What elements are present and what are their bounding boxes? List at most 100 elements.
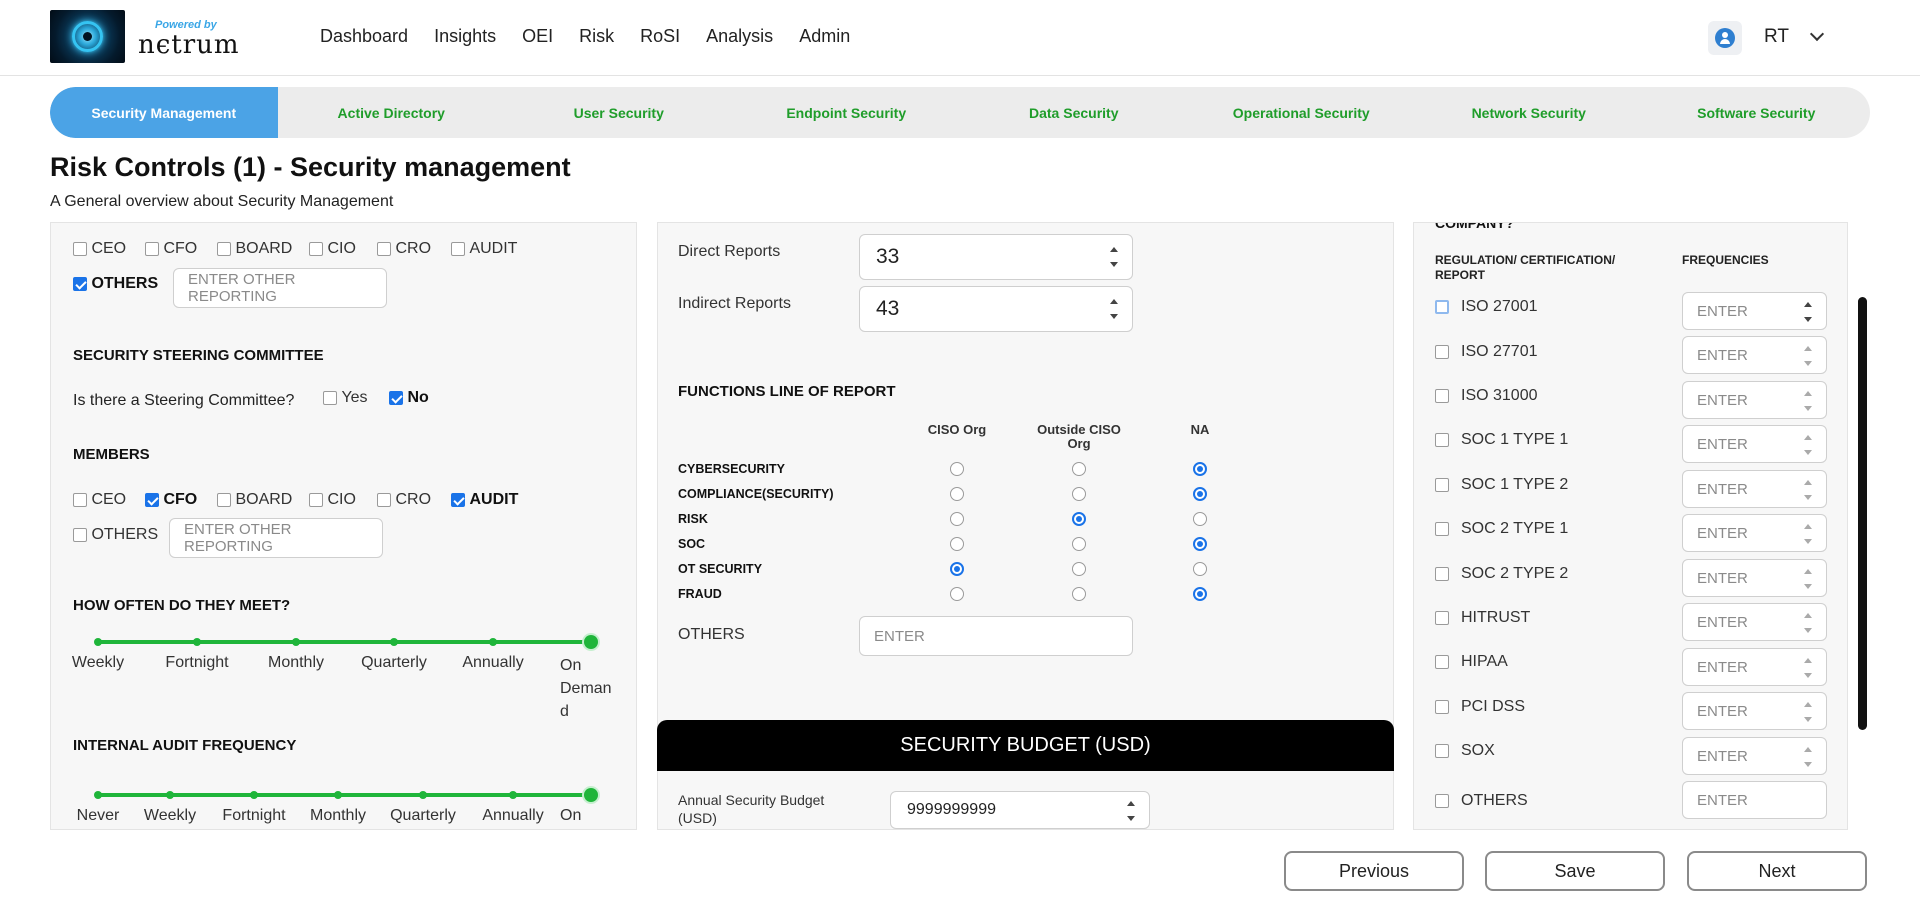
checkbox[interactable] [1435, 743, 1449, 758]
member-option-cfo[interactable]: CFO [145, 491, 197, 509]
checkbox-checked[interactable] [451, 492, 465, 507]
regulation-row[interactable]: SOC 2 TYPE 2 [1435, 565, 1568, 583]
stepper-icon[interactable] [1804, 747, 1812, 767]
frequency-input[interactable]: ENTER [1682, 292, 1827, 330]
frequency-input[interactable]: ENTER [1682, 603, 1827, 641]
slider-stop[interactable] [509, 791, 517, 799]
slider-stop[interactable] [334, 791, 342, 799]
regulation-row[interactable]: SOC 1 TYPE 1 [1435, 431, 1568, 449]
radio-na[interactable] [1193, 512, 1207, 526]
radio-na-selected[interactable] [1193, 487, 1207, 501]
checkbox[interactable] [1435, 654, 1449, 669]
reporting-option-ceo[interactable]: CEO [73, 240, 126, 258]
stepper-icon[interactable] [1804, 346, 1812, 366]
checkbox-checked[interactable] [389, 390, 403, 405]
tab-data-security[interactable]: Data Security [960, 87, 1188, 138]
regulation-row[interactable]: OTHERS [1435, 792, 1528, 810]
regulation-row[interactable]: ISO 31000 [1435, 387, 1538, 405]
reporting-option-cro[interactable]: CRO [377, 240, 431, 258]
other-member-input[interactable]: ENTER OTHER REPORTING [169, 518, 383, 558]
user-initials[interactable]: RT [1764, 26, 1789, 48]
member-option-cio[interactable]: CIO [309, 491, 356, 509]
checkbox[interactable] [217, 241, 231, 256]
regulation-row[interactable]: SOX [1435, 742, 1495, 760]
slider-stop[interactable] [292, 638, 300, 646]
stepper-icon[interactable] [1804, 435, 1812, 455]
scrollbar[interactable] [1858, 297, 1867, 730]
previous-button[interactable]: Previous [1284, 851, 1464, 891]
radio-na-selected[interactable] [1193, 537, 1207, 551]
next-button[interactable]: Next [1687, 851, 1867, 891]
frequency-input[interactable]: ENTER [1682, 559, 1827, 597]
reporting-option-audit[interactable]: AUDIT [451, 240, 517, 258]
tab-software-security[interactable]: Software Security [1643, 87, 1871, 138]
slider-thumb[interactable] [584, 635, 598, 649]
frequency-input[interactable]: ENTER [1682, 648, 1827, 686]
member-option-board[interactable]: BOARD [217, 491, 292, 509]
stepper-icon[interactable] [1804, 613, 1812, 633]
radio-ciso[interactable] [950, 587, 964, 601]
nav-admin[interactable]: Admin [799, 26, 850, 47]
checkbox[interactable] [377, 241, 391, 256]
stepper-icon[interactable] [1804, 391, 1812, 411]
regulation-row[interactable]: SOC 2 TYPE 1 [1435, 520, 1568, 538]
nav-rosi[interactable]: RoSI [640, 26, 680, 47]
regulation-row[interactable]: SOC 1 TYPE 2 [1435, 476, 1568, 494]
member-option-cro[interactable]: CRO [377, 491, 431, 509]
member-option-others[interactable]: OTHERS [73, 526, 158, 544]
checkbox-checked[interactable] [73, 276, 87, 291]
stepper-icon[interactable] [1804, 302, 1812, 322]
indirect-reports-input[interactable]: 43 [859, 286, 1133, 332]
stepper-icon[interactable] [1804, 702, 1812, 722]
reporting-option-board[interactable]: BOARD [217, 240, 292, 258]
radio-outside[interactable] [1072, 487, 1086, 501]
radio-ciso[interactable] [950, 537, 964, 551]
checkbox[interactable] [1435, 610, 1449, 625]
nav-oei[interactable]: OEI [522, 26, 553, 47]
other-reporting-input[interactable]: ENTER OTHER REPORTING [173, 268, 387, 308]
regulation-row[interactable]: HIPAA [1435, 653, 1508, 671]
functions-others-input[interactable]: ENTER [859, 616, 1133, 656]
checkbox[interactable] [217, 492, 231, 507]
radio-ciso[interactable] [950, 512, 964, 526]
checkbox[interactable] [1435, 699, 1449, 714]
frequency-input[interactable]: ENTER [1682, 514, 1827, 552]
checkbox[interactable] [1435, 388, 1449, 403]
radio-outside[interactable] [1072, 462, 1086, 476]
nav-dashboard[interactable]: Dashboard [320, 26, 408, 47]
regulation-row[interactable]: PCI DSS [1435, 698, 1525, 716]
checkbox[interactable] [145, 241, 159, 256]
checkbox[interactable] [1435, 432, 1449, 447]
member-option-audit[interactable]: AUDIT [451, 491, 518, 509]
eye-logo-icon[interactable] [50, 10, 125, 63]
slider-stop[interactable] [166, 791, 174, 799]
meet-frequency-track[interactable] [95, 640, 589, 644]
annual-budget-input[interactable]: 9999999999 [890, 791, 1150, 829]
user-avatar-icon[interactable] [1708, 21, 1742, 55]
steering-no[interactable]: No [389, 389, 429, 407]
stepper-icon[interactable] [1804, 524, 1812, 544]
stepper-icon[interactable] [1804, 480, 1812, 500]
radio-outside[interactable] [1072, 537, 1086, 551]
reporting-option-cio[interactable]: CIO [309, 240, 356, 258]
radio-outside-selected[interactable] [1072, 512, 1086, 526]
frequency-input[interactable]: ENTER [1682, 470, 1827, 508]
frequency-input[interactable]: ENTER [1682, 692, 1827, 730]
radio-ciso[interactable] [950, 462, 964, 476]
slider-stop[interactable] [250, 791, 258, 799]
checkbox[interactable] [309, 241, 323, 256]
slider-stop[interactable] [193, 638, 201, 646]
stepper-icon[interactable] [1110, 299, 1118, 319]
tab-network-security[interactable]: Network Security [1415, 87, 1643, 138]
checkbox[interactable] [323, 390, 337, 405]
checkbox[interactable] [73, 527, 87, 542]
regulation-row[interactable]: HITRUST [1435, 609, 1530, 627]
radio-na[interactable] [1193, 562, 1207, 576]
checkbox-checked[interactable] [145, 492, 159, 507]
chevron-down-icon[interactable] [1809, 26, 1825, 42]
nav-risk[interactable]: Risk [579, 26, 614, 47]
tab-security-management[interactable]: Security Management [50, 87, 278, 138]
slider-stop[interactable] [94, 791, 102, 799]
direct-reports-input[interactable]: 33 [859, 234, 1133, 280]
frequency-input[interactable]: ENTER [1682, 381, 1827, 419]
